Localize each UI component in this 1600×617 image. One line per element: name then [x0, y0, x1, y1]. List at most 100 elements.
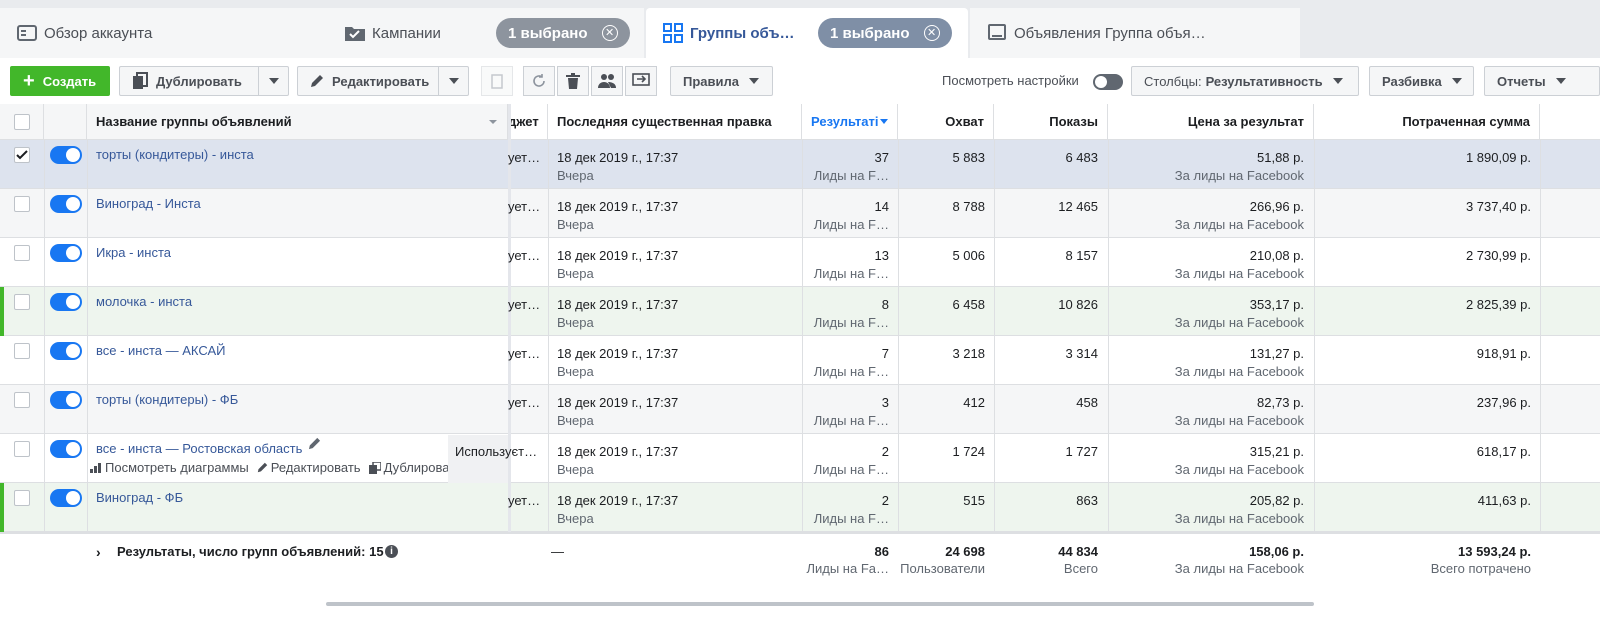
- campaigns-selected-pill[interactable]: 1 выбрано ✕: [496, 18, 630, 48]
- totals-row: › Результаты, число групп объявлений: 15…: [0, 532, 1600, 602]
- rules-button[interactable]: Правила: [670, 66, 773, 96]
- view-charts-action[interactable]: Посмотреть диаграммы: [90, 460, 249, 475]
- column-header-impressions[interactable]: Показы: [994, 104, 1108, 140]
- select-all-checkbox[interactable]: [14, 114, 30, 130]
- delete-button[interactable]: [557, 66, 589, 96]
- column-header-name[interactable]: Название группы объявлений: [87, 104, 508, 140]
- adset-status-toggle[interactable]: [50, 391, 82, 409]
- spent-value: 2 825,39 р.: [1465, 297, 1531, 312]
- cost-per-result-value: 353,17 р.: [1249, 297, 1304, 312]
- impressions-value: 8 157: [1065, 248, 1098, 263]
- results-value: 8: [881, 297, 889, 312]
- columns-button[interactable]: Столбцы: Результативность: [1131, 66, 1359, 96]
- spent-value: 411,63 р.: [1477, 493, 1531, 508]
- create-button[interactable]: + Создать: [10, 66, 110, 96]
- clear-selection-icon[interactable]: ✕: [601, 25, 618, 41]
- last-edit-date: 18 дек 2019 г., 17:37: [557, 493, 679, 508]
- adsets-selected-pill[interactable]: 1 выбрано ✕: [818, 18, 952, 48]
- column-header-cost-per-result[interactable]: Цена за результат: [1108, 104, 1314, 140]
- duplicate-button[interactable]: Дублировать: [119, 66, 289, 96]
- info-icon[interactable]: i: [385, 545, 398, 558]
- column-header-label: Последняя существенная правка: [557, 114, 772, 129]
- impressions-value: 3 314: [1065, 346, 1098, 361]
- compare-button[interactable]: [625, 66, 657, 96]
- breakdown-label: Разбивка: [1382, 73, 1442, 89]
- pencil-icon: [257, 462, 267, 473]
- cost-per-result-value: 82,73 р.: [1257, 395, 1304, 410]
- adset-name-link[interactable]: молочка - инста: [96, 294, 192, 309]
- adset-name-link[interactable]: все - инста — Ростовская область: [96, 441, 302, 456]
- view-settings-toggle[interactable]: [1093, 74, 1123, 90]
- adset-name-link[interactable]: Икра - инста: [96, 245, 171, 260]
- tab-account-overview[interactable]: Обзор аккаунта: [0, 8, 330, 58]
- tab-ads[interactable]: Объявления Группа объя…: [970, 8, 1300, 58]
- rename-pencil-icon[interactable]: [308, 437, 321, 450]
- adset-name-link[interactable]: все - инста — АКСАЙ: [96, 343, 225, 358]
- column-header-reach[interactable]: Охват: [898, 104, 994, 140]
- audience-button[interactable]: [591, 66, 623, 96]
- adset-status-toggle[interactable]: [50, 195, 82, 213]
- column-header-label: Охват: [945, 114, 984, 129]
- clipboard-button[interactable]: [481, 66, 513, 96]
- adset-name-link[interactable]: Виноград - ФБ: [96, 490, 183, 505]
- row-checkbox[interactable]: [14, 196, 30, 212]
- row-checkbox[interactable]: [14, 294, 30, 310]
- cost-per-result-type: За лиды на Facebook: [1174, 168, 1304, 183]
- last-edit-date: 18 дек 2019 г., 17:37: [557, 444, 679, 459]
- results-value: 37: [874, 150, 889, 165]
- row-checkbox[interactable]: [14, 343, 30, 359]
- adset-status-toggle[interactable]: [50, 244, 82, 262]
- edit-action[interactable]: Редактировать: [257, 460, 361, 475]
- results-type: Лиды на F…: [813, 511, 889, 526]
- duplicate-dropdown[interactable]: [258, 67, 288, 95]
- last-edit-relative: Вчера: [557, 217, 594, 232]
- row-status-marker: [0, 287, 4, 336]
- adset-name-link[interactable]: торты (кондитеры) - инста: [96, 147, 254, 162]
- tab-campaigns[interactable]: Кампании 1 выбрано ✕: [328, 8, 644, 58]
- totals-cost-per-result: 158,06 р.: [1249, 544, 1304, 559]
- column-header-budget[interactable]: джет: [508, 104, 548, 140]
- results-type: Лиды на F…: [813, 266, 889, 281]
- results-type: Лиды на F…: [813, 217, 889, 232]
- column-divider: [44, 140, 45, 532]
- expand-chevron-icon[interactable]: ›: [96, 544, 101, 560]
- adset-status-toggle[interactable]: [50, 293, 82, 311]
- adset-status-toggle[interactable]: [50, 146, 82, 164]
- last-edit-date: 18 дек 2019 г., 17:37: [557, 395, 679, 410]
- column-header-label: джет: [508, 114, 539, 129]
- tab-ad-sets[interactable]: Группы объ… 1 выбрано ✕: [646, 8, 968, 58]
- adset-status-toggle[interactable]: [50, 440, 82, 458]
- impressions-value: 12 465: [1058, 199, 1098, 214]
- adset-name-link[interactable]: торты (кондитеры) - ФБ: [96, 392, 238, 407]
- reports-label: Отчеты: [1497, 73, 1546, 89]
- column-header-results[interactable]: Результаті: [802, 104, 898, 140]
- column-header-last-edit[interactable]: Последняя существенная правка: [548, 104, 802, 140]
- bar-chart-icon: [90, 462, 101, 473]
- refresh-button[interactable]: [523, 66, 555, 96]
- adset-status-toggle[interactable]: [50, 342, 82, 360]
- spent-value: 618,17 р.: [1476, 444, 1531, 459]
- row-checkbox[interactable]: [14, 245, 30, 261]
- clear-selection-icon[interactable]: ✕: [923, 25, 940, 41]
- horizontal-scrollbar[interactable]: [326, 602, 1314, 606]
- row-checkbox[interactable]: [14, 147, 30, 163]
- row-checkbox[interactable]: [14, 441, 30, 457]
- adset-name-link[interactable]: Виноград - Инста: [96, 196, 201, 211]
- impressions-value: 863: [1076, 493, 1098, 508]
- column-header-spent[interactable]: Потраченная сумма: [1314, 104, 1540, 140]
- last-edit-relative: Вчера: [557, 315, 594, 330]
- reach-value: 6 458: [952, 297, 985, 312]
- last-edit-relative: Вчера: [557, 511, 594, 526]
- edit-dropdown[interactable]: [438, 67, 468, 95]
- reports-button[interactable]: Отчеты: [1484, 66, 1600, 96]
- row-hover-actions: Посмотреть диаграммы Редактировать Дубли…: [90, 460, 462, 475]
- edit-button[interactable]: Редактировать: [297, 66, 469, 96]
- adset-status-toggle[interactable]: [50, 489, 82, 507]
- row-checkbox[interactable]: [14, 490, 30, 506]
- totals-label: Результаты, число групп объявлений: 15: [117, 544, 384, 559]
- breakdown-button[interactable]: Разбивка: [1369, 66, 1474, 96]
- row-checkbox[interactable]: [14, 392, 30, 408]
- reach-value: 8 788: [952, 199, 985, 214]
- chevron-down-icon: [1451, 78, 1462, 84]
- column-header-label: Результаті: [811, 114, 879, 129]
